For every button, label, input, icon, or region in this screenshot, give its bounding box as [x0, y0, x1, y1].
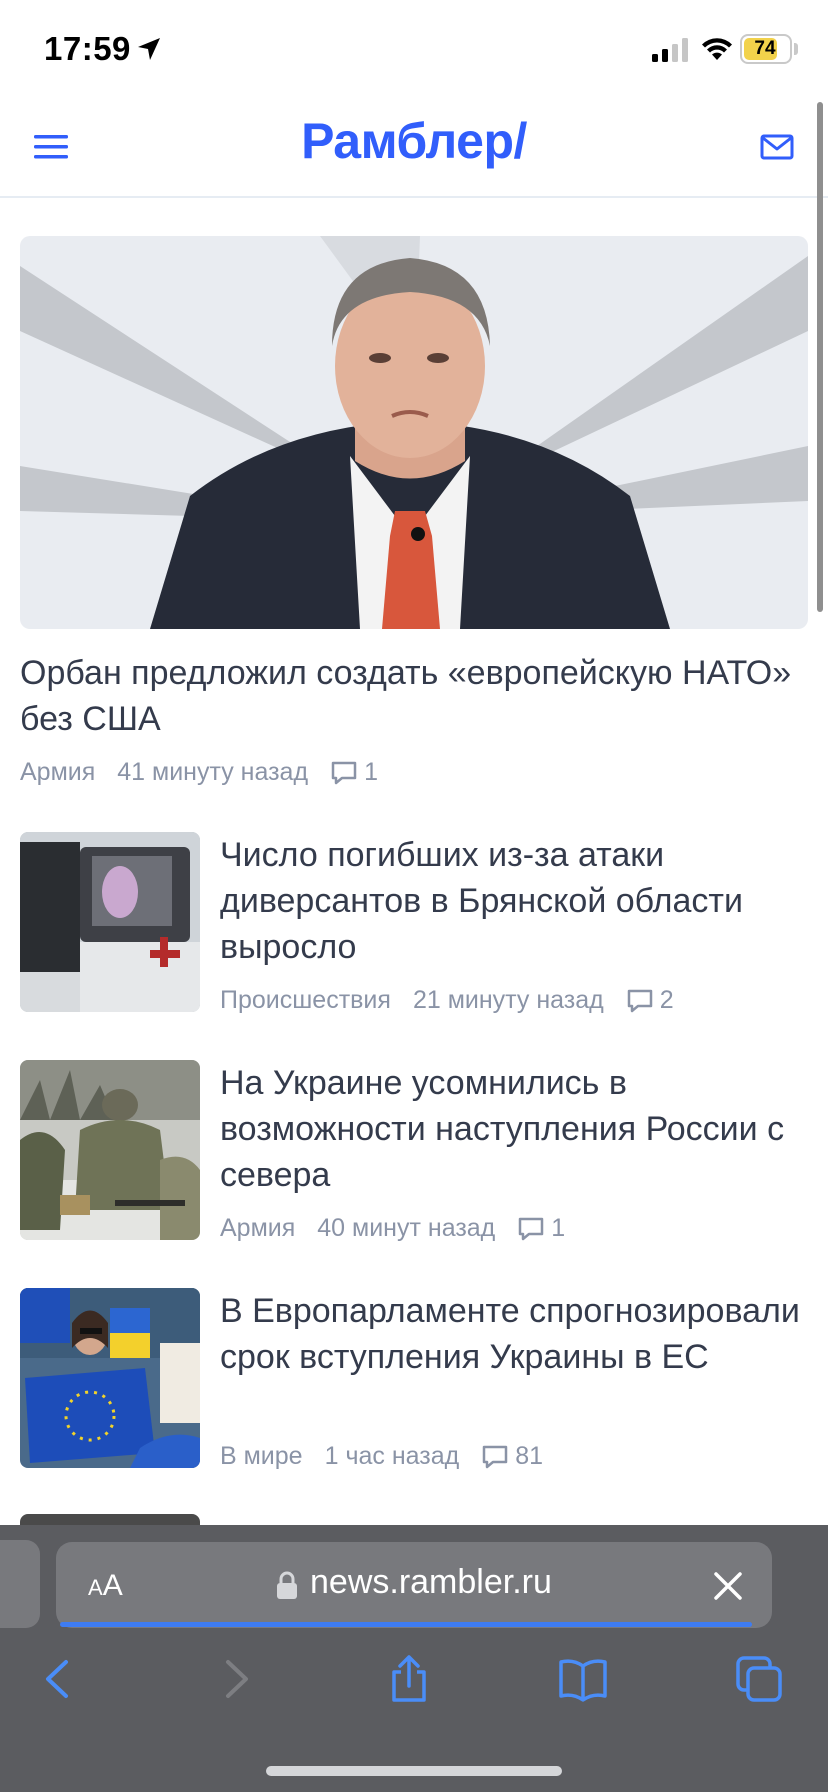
- text-size-button[interactable]: AA: [88, 1569, 123, 1603]
- site-header: Рамблер/: [0, 98, 828, 198]
- url-text[interactable]: news.rambler.ru: [310, 1563, 552, 1602]
- comment-icon[interactable]: [481, 1444, 509, 1470]
- news-category[interactable]: В мире: [220, 1442, 303, 1471]
- ambulance-photo: [20, 832, 200, 1012]
- close-icon[interactable]: [712, 1570, 744, 1602]
- comment-count[interactable]: 2: [660, 986, 674, 1015]
- home-indicator[interactable]: [266, 1766, 562, 1776]
- news-time: 1 час назад: [324, 1442, 460, 1470]
- hero-news-title[interactable]: Орбан предложил создать «европейскую НАТ…: [20, 650, 800, 742]
- news-category[interactable]: Армия: [20, 758, 95, 787]
- location-arrow-icon: [138, 38, 160, 60]
- page-scrollbar[interactable]: [817, 102, 823, 612]
- hero-photo: [20, 236, 808, 629]
- news-meta: Происшествия 21 минуту назад 2: [220, 986, 674, 1015]
- back-icon[interactable]: [34, 1654, 84, 1704]
- battery-icon: 74: [740, 34, 792, 64]
- news-thumbnail[interactable]: [20, 1288, 200, 1468]
- lock-icon: [277, 1571, 297, 1599]
- previous-tab-preview[interactable]: [0, 1540, 40, 1628]
- hero-news-image[interactable]: [20, 236, 808, 629]
- status-bar: 17:59 74: [0, 0, 828, 98]
- comment-count[interactable]: 1: [551, 1214, 565, 1243]
- news-title[interactable]: Число погибших из-за атаки диверсантов в…: [220, 832, 810, 970]
- comment-icon[interactable]: [330, 760, 358, 786]
- battery-level: 74: [754, 38, 776, 59]
- hero-news-meta: Армия 41 минуту назад 1: [20, 758, 378, 787]
- news-thumbnail[interactable]: [20, 1060, 200, 1240]
- forward-icon[interactable]: [210, 1654, 260, 1704]
- news-time: 40 минут назад: [317, 1214, 496, 1242]
- signal-icon: [652, 38, 688, 62]
- news-category[interactable]: Армия: [220, 1214, 295, 1243]
- news-category[interactable]: Происшествия: [220, 986, 391, 1015]
- mail-icon[interactable]: [760, 132, 794, 162]
- comment-count[interactable]: 81: [515, 1442, 543, 1471]
- news-meta: В мире 1 час назад 81: [220, 1442, 543, 1471]
- tabs-icon[interactable]: [734, 1654, 784, 1704]
- soldiers-photo: [20, 1060, 200, 1240]
- news-time: 21 минуту назад: [412, 986, 604, 1014]
- rambler-logo[interactable]: Рамблер/: [0, 112, 828, 170]
- news-title[interactable]: В Европарламенте спрогнозировали срок вс…: [220, 1288, 810, 1380]
- bookmarks-icon[interactable]: [558, 1654, 608, 1704]
- comment-count[interactable]: 1: [364, 758, 378, 787]
- comment-icon[interactable]: [517, 1216, 545, 1242]
- share-icon[interactable]: [384, 1654, 434, 1704]
- news-thumbnail[interactable]: [20, 832, 200, 1012]
- news-meta: Армия 40 минут назад 1: [220, 1214, 565, 1243]
- news-title[interactable]: На Украине усомнились в возможности наст…: [220, 1060, 810, 1198]
- battery-tip: [794, 43, 798, 55]
- comment-icon[interactable]: [626, 988, 654, 1014]
- wifi-icon: [702, 38, 732, 60]
- news-time: 41 минуту назад: [117, 758, 309, 786]
- page-load-progress: [60, 1622, 752, 1627]
- eu-flags-photo: [20, 1288, 200, 1468]
- status-time: 17:59: [44, 30, 131, 67]
